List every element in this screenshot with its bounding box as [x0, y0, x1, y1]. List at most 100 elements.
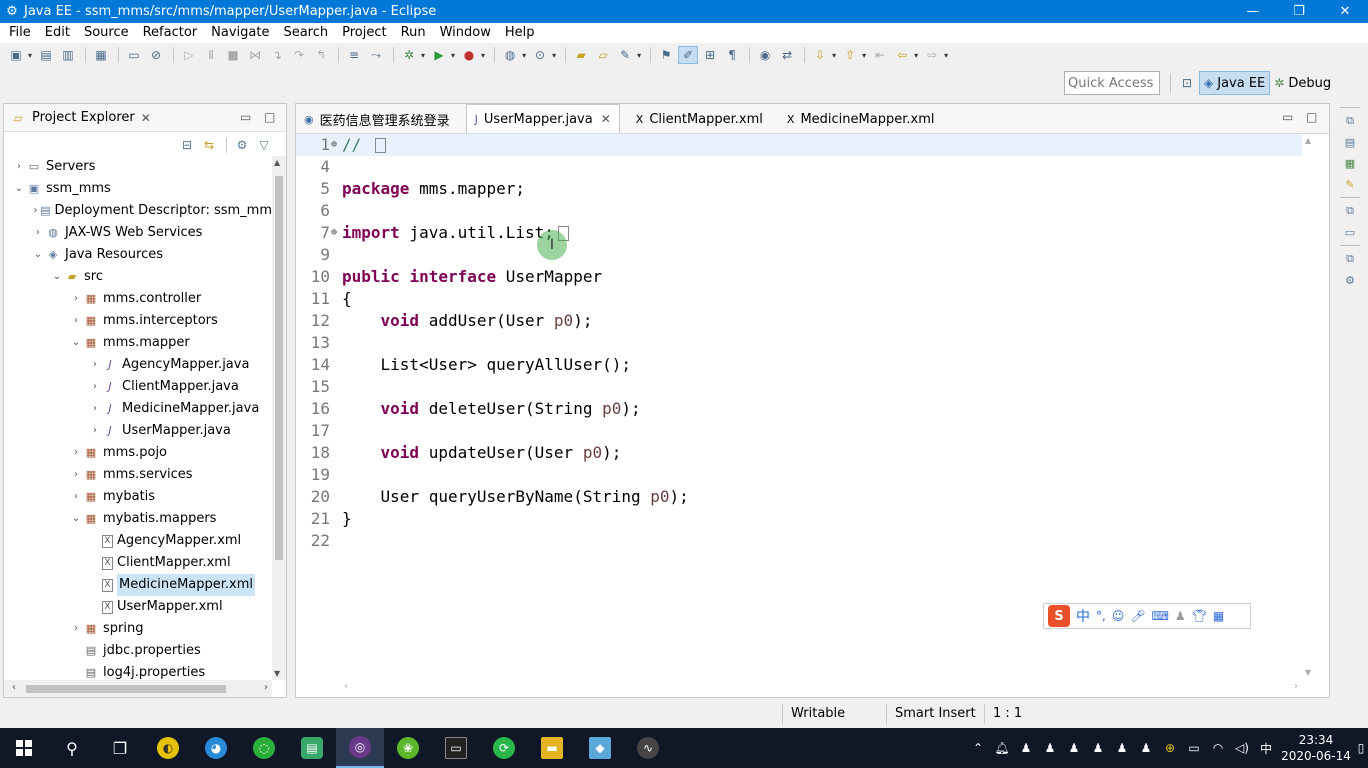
code-line[interactable]: 9 — [296, 244, 1302, 266]
qq-icon[interactable]: ♟ — [1110, 728, 1134, 768]
microphone-icon[interactable]: 🎤︎ — [1130, 609, 1145, 623]
tree-item[interactable]: › J ClientMapper.java — [4, 376, 272, 398]
taskbar-app-8[interactable]: ⟳ — [480, 728, 528, 768]
scroll-left-icon[interactable]: ‹ — [12, 682, 16, 693]
disconnect-icon[interactable]: ⋈ — [245, 46, 265, 64]
forward-icon[interactable]: ⇨ — [922, 46, 942, 64]
open-folder-icon[interactable]: ▱ — [593, 46, 613, 64]
menu-edit[interactable]: Edit — [38, 23, 77, 43]
scroll-right-icon[interactable]: › — [1294, 681, 1298, 692]
taskbar-eclipse[interactable]: ◎ — [336, 728, 384, 768]
link-with-editor-icon[interactable]: ⇆ — [199, 136, 219, 154]
menu-run[interactable]: Run — [394, 23, 433, 43]
code-line[interactable]: 18 void updateUser(User p0); — [296, 442, 1302, 464]
keyboard-icon[interactable]: ⌨ — [1152, 609, 1169, 623]
input-language[interactable]: 中 — [1254, 728, 1278, 768]
menu-navigate[interactable]: Navigate — [204, 23, 276, 43]
forward-dropdown-icon[interactable]: ▾ — [944, 51, 948, 60]
collapsed-arrow-icon[interactable]: › — [88, 376, 102, 398]
console-icon[interactable]: ▭ — [124, 46, 144, 64]
tree-item[interactable]: ⌄ ▦ mybatis.mappers — [4, 508, 272, 530]
taskbar-app-10[interactable]: ◆ — [576, 728, 624, 768]
task-view-button[interactable]: ❐ — [96, 728, 144, 768]
tree-item[interactable]: › ◍ JAX-WS Web Services — [4, 222, 272, 244]
code-line[interactable]: 20 User queryUserByName(String p0); — [296, 486, 1302, 508]
web-browser-icon[interactable]: ◉ — [755, 46, 775, 64]
code-line[interactable]: 7 ⊕ import java.util.List; — [296, 222, 1302, 244]
tree-item[interactable]: ⌄ ▣ ssm_mms — [4, 178, 272, 200]
project-tree-horizontal-scrollbar[interactable]: ‹ › — [4, 680, 272, 697]
menu-window[interactable]: Window — [433, 23, 498, 43]
qq-icon[interactable]: ♟ — [1014, 728, 1038, 768]
menu-help[interactable]: Help — [498, 23, 542, 43]
battery-icon[interactable]: ▭ — [1182, 728, 1206, 768]
code-line[interactable]: 4 — [296, 156, 1302, 178]
taskbar-app-4[interactable]: ▤ — [288, 728, 336, 768]
code-line[interactable]: 22 — [296, 530, 1302, 552]
sogou-ime-logo[interactable]: S — [1048, 605, 1070, 627]
back-icon[interactable]: ⇦ — [892, 46, 912, 64]
drop-to-frame-icon[interactable]: ⤳ — [366, 46, 386, 64]
taskbar-app-6[interactable]: ❀ — [384, 728, 432, 768]
collapsed-arrow-icon[interactable]: › — [69, 618, 83, 640]
scroll-up-icon[interactable]: ▲ — [1305, 136, 1311, 145]
new-server-icon[interactable]: ◍ — [500, 46, 520, 64]
back-dropdown-icon[interactable]: ▾ — [914, 51, 918, 60]
tree-item[interactable]: › ▦ mms.services — [4, 464, 272, 486]
show-whitespace-icon[interactable]: ¶ — [722, 46, 742, 64]
perspective-java-ee[interactable]: ◈ Java EE — [1199, 71, 1271, 95]
taskbar-terminal[interactable]: ▭ — [432, 728, 480, 768]
tree-item[interactable]: › ▦ mms.controller — [4, 288, 272, 310]
code-editor[interactable]: 1 ⊕// 4 5 package mms.mapper; 6 7 ⊕ import java… — [296, 134, 1302, 679]
step-return-icon[interactable]: ↰ — [311, 46, 331, 64]
run-server-dropdown-icon[interactable]: ▾ — [481, 51, 485, 60]
terminate-icon[interactable]: ■ — [223, 46, 243, 64]
emoji-icon[interactable]: ☺ — [1112, 609, 1125, 623]
save-all-icon[interactable]: ▥ — [58, 46, 78, 64]
tree-item[interactable]: ▤ jdbc.properties — [4, 640, 272, 662]
add-icon[interactable]: ⊕ — [1158, 728, 1182, 768]
tree-item[interactable]: › ▤ Deployment Descriptor: ssm_mm — [4, 200, 272, 222]
view-menu-icon[interactable]: ▽ — [254, 136, 274, 154]
collapsed-arrow-icon[interactable]: › — [69, 288, 83, 310]
tree-item[interactable]: ⌄ ◈ Java Resources — [4, 244, 272, 266]
collapsed-arrow-icon[interactable]: › — [69, 442, 83, 464]
tree-item[interactable]: ▤ log4j.properties — [4, 662, 272, 680]
new-dropdown-icon[interactable]: ▾ — [28, 51, 32, 60]
save-icon[interactable]: ▤ — [36, 46, 56, 64]
expanded-arrow-icon[interactable]: ⌄ — [31, 244, 45, 266]
use-step-filters-icon[interactable]: ≡ — [344, 46, 364, 64]
qq-icon[interactable]: ♟ — [1134, 728, 1158, 768]
menu-search[interactable]: Search — [276, 23, 335, 43]
properties-icon[interactable]: ▦ — [91, 46, 111, 64]
search-taskbar-button[interactable]: ⚲ — [48, 728, 96, 768]
skin-icon[interactable]: 👕︎ — [1192, 609, 1207, 623]
close-tab-icon[interactable]: ✕ — [601, 112, 611, 126]
punctuation-icon[interactable]: °, — [1096, 609, 1106, 623]
tree-item[interactable]: X UserMapper.xml — [4, 596, 272, 618]
editor-tab-usermapper-java[interactable]: J UserMapper.java ✕ — [465, 104, 620, 133]
folded-region-icon[interactable] — [374, 138, 386, 153]
next-annotation-icon[interactable]: ⇩ — [810, 46, 830, 64]
tree-item[interactable]: › ▦ spring — [4, 618, 272, 640]
code-line[interactable]: 5 package mms.mapper; — [296, 178, 1302, 200]
code-line[interactable]: 21} — [296, 508, 1302, 530]
skip-breakpoints-icon[interactable]: ⊘ — [146, 46, 166, 64]
tree-item[interactable]: › ▭ Servers — [4, 156, 272, 178]
editor-tab-clientmapper-xml[interactable]: X ClientMapper.xml — [628, 105, 771, 133]
maximize-editor-icon[interactable]: □ — [1306, 110, 1317, 124]
tree-item[interactable]: X ClientMapper.xml — [4, 552, 272, 574]
run-dropdown-icon[interactable]: ▾ — [451, 51, 455, 60]
expanded-arrow-icon[interactable]: ⌄ — [69, 332, 83, 354]
palette-view-icon[interactable]: ✎ — [1340, 175, 1360, 193]
tree-item[interactable]: › J UserMapper.java — [4, 420, 272, 442]
minimize-button[interactable]: — — [1230, 0, 1276, 23]
last-edit-location-icon[interactable]: ⇤ — [870, 46, 890, 64]
debug-dropdown-icon[interactable]: ▾ — [421, 51, 425, 60]
next-annotation-dropdown-icon[interactable]: ▾ — [832, 51, 836, 60]
menu-file[interactable]: File — [2, 23, 38, 43]
menu-source[interactable]: Source — [77, 23, 136, 43]
expanded-arrow-icon[interactable]: ⌄ — [50, 266, 64, 288]
quick-access-input[interactable] — [1064, 71, 1160, 95]
qq-icon[interactable]: ♟ — [1062, 728, 1086, 768]
